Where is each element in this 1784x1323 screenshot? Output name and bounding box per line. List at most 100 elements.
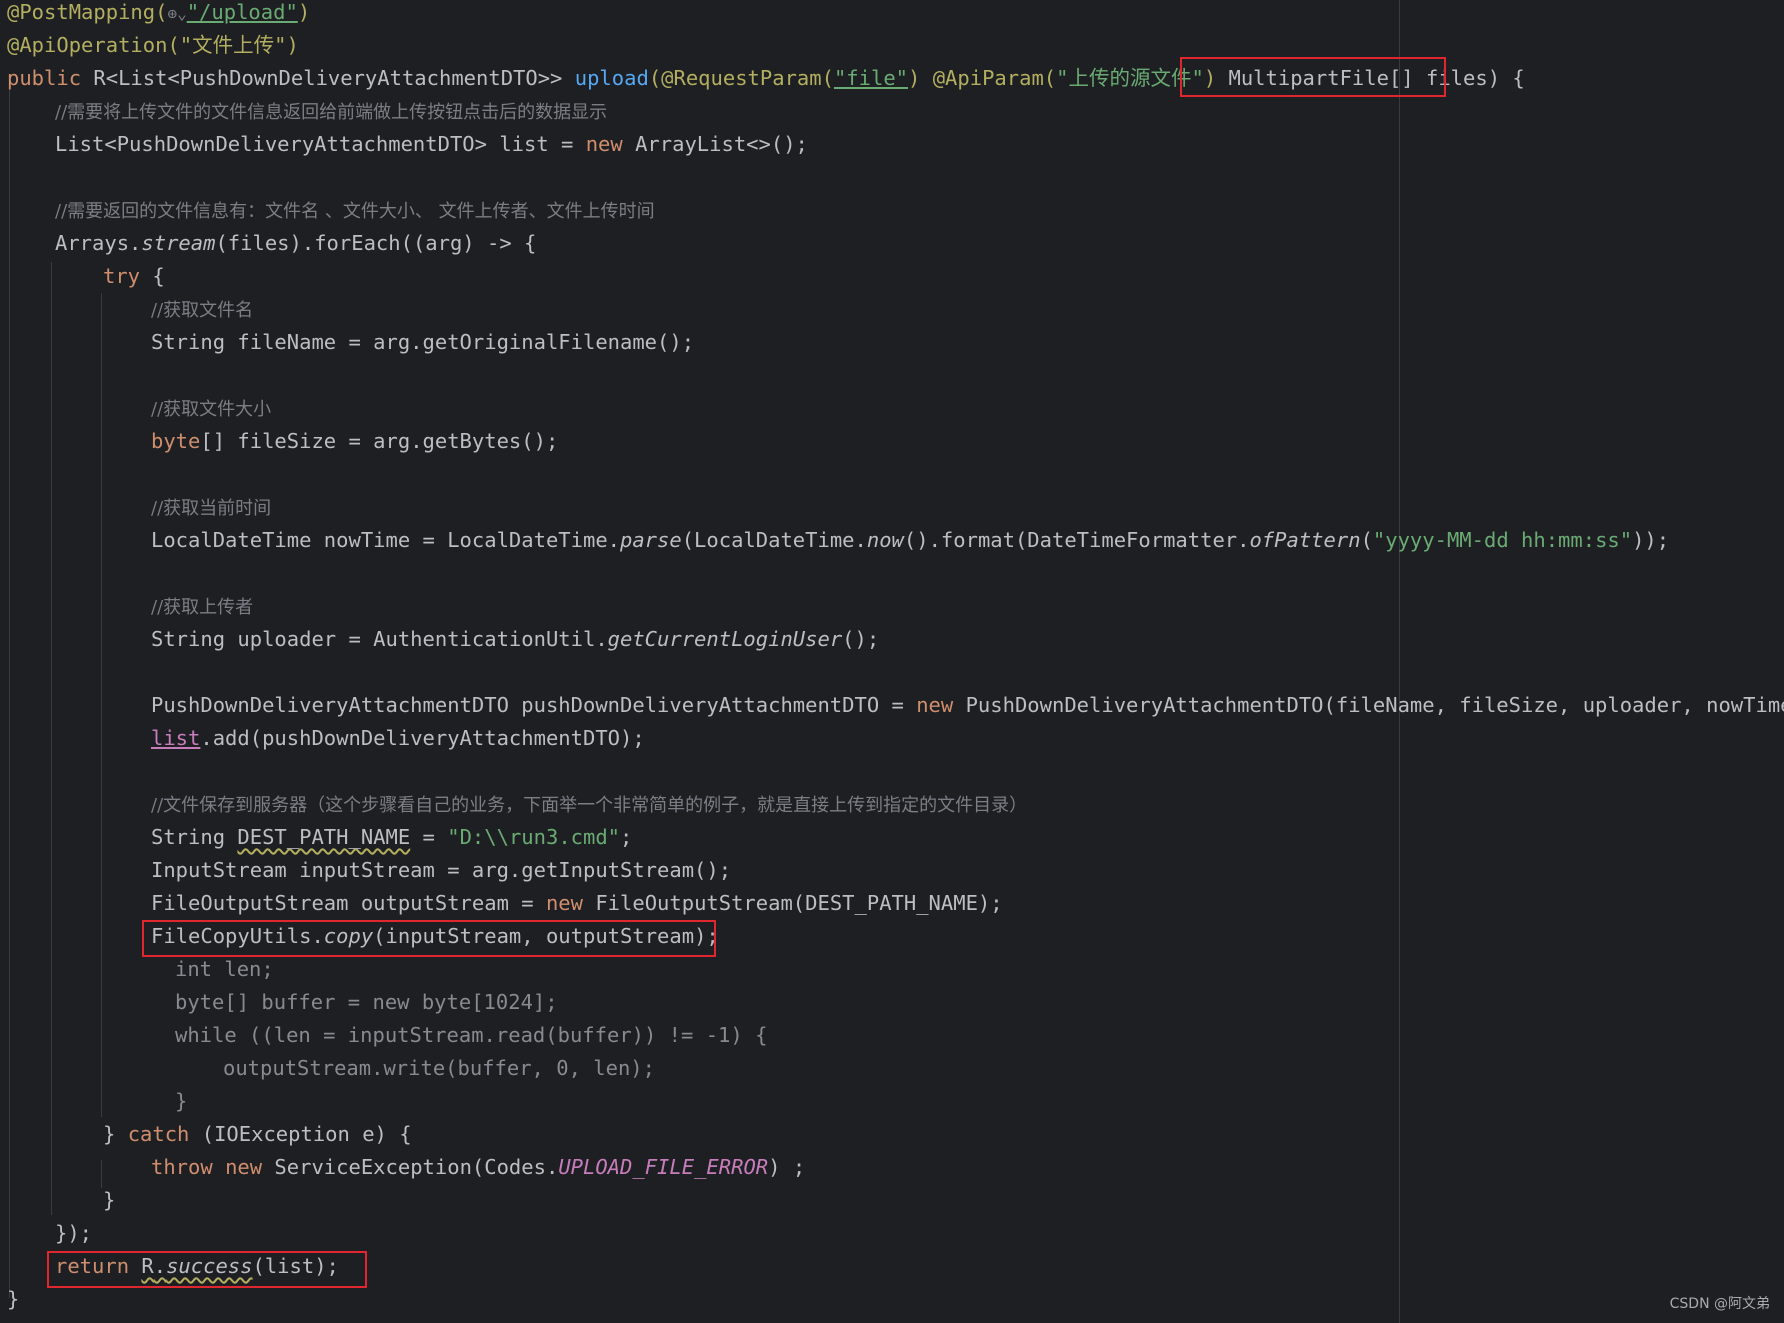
annotation: @PostMapping( — [7, 0, 168, 24]
code-text: byte[] buffer = new byte[1024]; — [175, 990, 558, 1014]
annotation: @ApiParam( — [932, 66, 1057, 90]
code-line: LocalDateTime nowTime = LocalDateTime.pa… — [151, 524, 1669, 557]
code-text: (LocalDateTime. — [681, 528, 867, 552]
code-line: @PostMapping(⊕⌄"/upload") — [7, 0, 310, 29]
string-literal: "yyyy-MM-dd hh:mm:ss" — [1372, 528, 1633, 552]
code-line: //获取上传者 — [151, 590, 253, 623]
right-margin-guide — [1399, 0, 1400, 1323]
code-text: List<PushDownDeliveryAttachmentDTO> list… — [55, 132, 586, 156]
code-text: (files).forEach((arg) -> { — [215, 231, 537, 255]
inlay-code-line: while ((len = inputStream.read(buffer)) … — [175, 1019, 767, 1052]
watermark: CSDN @阿文弟 — [1669, 1296, 1770, 1312]
annotation: ) — [908, 66, 933, 90]
code-text: ().format(DateTimeFormatter. — [903, 528, 1250, 552]
code-text: ( — [1360, 528, 1373, 552]
code-text: outputStream.write(buffer, 0, len); — [223, 1056, 655, 1080]
code-line: @ApiOperation("文件上传") — [7, 29, 299, 62]
code-text: } — [175, 1089, 188, 1113]
keyword: new — [545, 891, 583, 915]
constant-name: UPLOAD_FILE_ERROR — [558, 1155, 769, 1179]
annotation: (@RequestParam( — [648, 66, 834, 90]
keyword: new — [585, 132, 623, 156]
keyword: try — [103, 264, 141, 288]
inlay-code-line: } — [175, 1085, 187, 1118]
highlight-box-copy — [142, 920, 716, 957]
code-line: InputStream inputStream = arg.getInputSt… — [151, 854, 731, 887]
comment: //获取当前时间 — [151, 498, 272, 519]
highlight-box-return — [47, 1251, 367, 1288]
comment: //文件保存到服务器（这个步骤看自己的业务，下面举一个非常简单的例子，就是直接上… — [151, 795, 1028, 816]
string-literal: "file" — [833, 66, 909, 90]
code-line: List<PushDownDeliveryAttachmentDTO> list… — [55, 128, 808, 161]
code-line: } — [103, 1184, 115, 1217]
code-text: PushDownDeliveryAttachmentDTO(fileName, … — [953, 693, 1784, 717]
code-text: }); — [55, 1221, 93, 1245]
keyword: catch — [127, 1122, 190, 1146]
code-line: //需要将上传文件的文件信息返回给前端做上传按钮点击后的数据显示 — [55, 95, 607, 128]
comment: //获取文件大小 — [151, 399, 272, 420]
keyword: throw — [151, 1155, 213, 1179]
code-text: PushDownDeliveryAttachmentDTO pushDownDe… — [151, 693, 917, 717]
code-text: } — [7, 1287, 20, 1311]
static-method: getCurrentLoginUser — [607, 627, 843, 651]
code-text: String — [151, 825, 238, 849]
code-text: .add(pushDownDeliveryAttachmentDTO); — [200, 726, 645, 750]
code-text: InputStream inputStream = arg.getInputSt… — [151, 858, 732, 882]
code-line: } catch (IOException e) { — [103, 1118, 412, 1151]
code-text: )); — [1632, 528, 1670, 552]
code-line: //需要返回的文件信息有：文件名 、文件大小、 文件上传者、文件上传时间 — [55, 194, 655, 227]
code-text: FileOutputStream(DEST_PATH_NAME); — [582, 891, 1003, 915]
code-line: //获取当前时间 — [151, 491, 271, 524]
code-line: throw new ServiceException(Codes.UPLOAD_… — [151, 1151, 805, 1184]
inlay-code-line: outputStream.write(buffer, 0, len); — [223, 1052, 655, 1085]
code-text: (IOException e) { — [189, 1122, 412, 1146]
inlay-code-line: int len; — [175, 953, 274, 986]
code-line: String uploader = AuthenticationUtil.get… — [151, 623, 879, 656]
globe-icon[interactable]: ⊕⌄ — [167, 4, 186, 23]
code-text: int len; — [175, 957, 274, 981]
static-method: parse — [620, 528, 682, 552]
indent-guide — [9, 85, 10, 1298]
code-text: FileOutputStream outputStream = — [151, 891, 546, 915]
code-text: } — [103, 1188, 116, 1212]
code-text: while ((len = inputStream.read(buffer)) … — [175, 1023, 768, 1047]
comment: //需要将上传文件的文件信息返回给前端做上传按钮点击后的数据显示 — [55, 102, 608, 123]
code-text: } — [103, 1122, 128, 1146]
code-line: String fileName = arg.getOriginalFilenam… — [151, 326, 694, 359]
inlay-code-line: byte[] buffer = new byte[1024]; — [175, 986, 558, 1019]
highlight-box-parameter — [1180, 57, 1446, 97]
code-text: ) ; — [768, 1155, 806, 1179]
method-name[interactable]: upload — [575, 66, 649, 90]
code-text: LocalDateTime nowTime = LocalDateTime. — [151, 528, 620, 552]
code-text: String uploader = AuthenticationUtil. — [151, 627, 608, 651]
comment: //需要返回的文件信息有：文件名 、文件大小、 文件上传者、文件上传时间 — [55, 201, 655, 222]
keyword: new — [225, 1155, 263, 1179]
annotation: ) — [297, 0, 311, 24]
code-text: { — [140, 264, 165, 288]
code-editor[interactable]: @PostMapping(⊕⌄"/upload") @ApiOperation(… — [0, 0, 1784, 1323]
keyword: byte — [151, 429, 201, 453]
variable-reference[interactable]: list — [151, 726, 200, 750]
static-method: now — [866, 528, 904, 552]
keyword: public — [7, 66, 94, 90]
static-method: ofPattern — [1249, 528, 1361, 552]
code-line: PushDownDeliveryAttachmentDTO pushDownDe… — [151, 689, 1784, 722]
code-text: = — [410, 825, 448, 849]
url-path-link[interactable]: "/upload" — [187, 0, 298, 24]
comment: //获取文件名 — [151, 300, 254, 321]
code-line: list.add(pushDownDeliveryAttachmentDTO); — [151, 722, 645, 755]
annotation: @ApiOperation("文件上传") — [7, 33, 299, 57]
code-line: //文件保存到服务器（这个步骤看自己的业务，下面举一个非常简单的例子，就是直接上… — [151, 788, 1027, 821]
code-line: //获取文件大小 — [151, 392, 271, 425]
code-line: //获取文件名 — [151, 293, 253, 326]
code-text: ) { — [1487, 66, 1525, 90]
indent-guide — [101, 1160, 102, 1188]
code-line: byte[] fileSize = arg.getBytes(); — [151, 425, 558, 458]
code-text: (); — [842, 627, 880, 651]
code-text: Arrays. — [55, 231, 142, 255]
code-text: [] fileSize = arg.getBytes(); — [200, 429, 559, 453]
comment: //获取上传者 — [151, 597, 254, 618]
static-method: stream — [141, 231, 216, 255]
code-text: ServiceException(Codes. — [262, 1155, 559, 1179]
